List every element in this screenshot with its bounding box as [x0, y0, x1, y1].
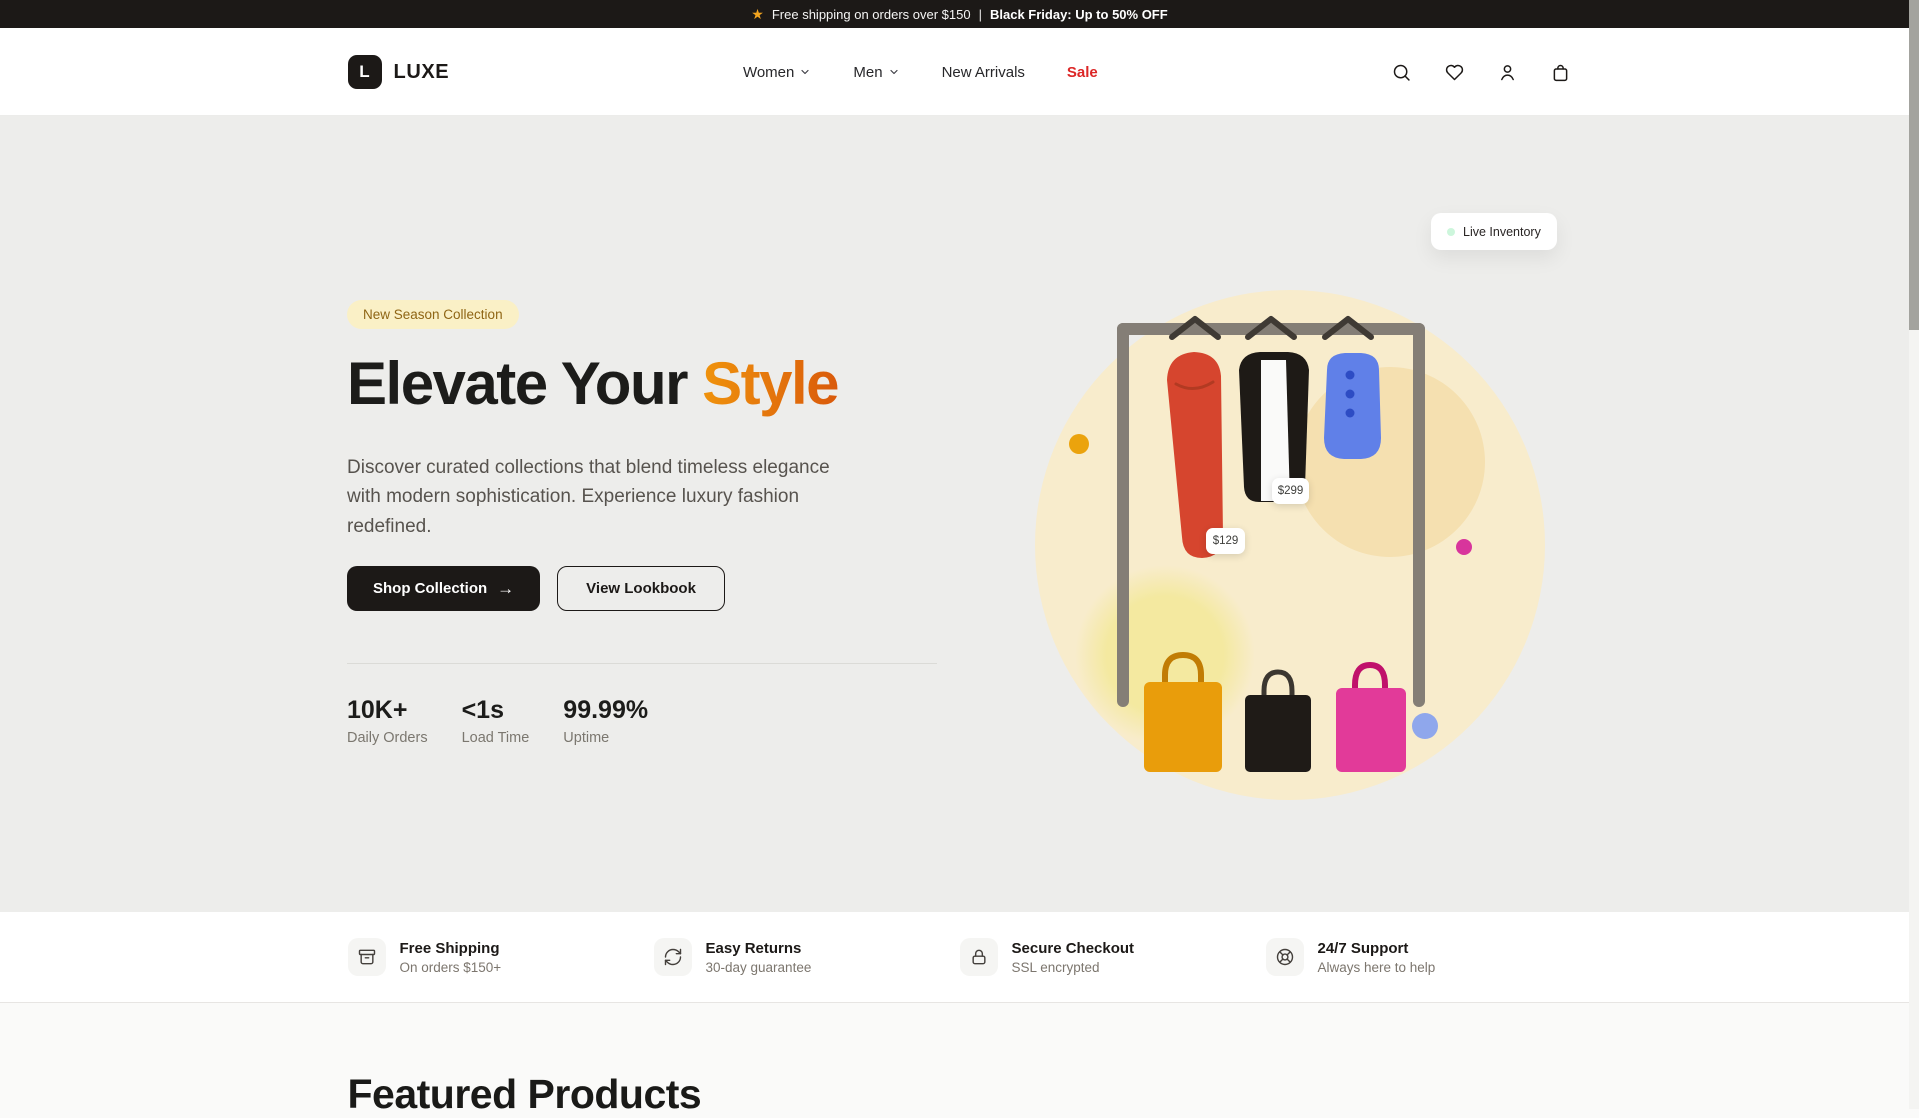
featured-products-title: Featured Products — [348, 1071, 1572, 1118]
price-tag: $129 — [1206, 528, 1245, 554]
account-user-icon[interactable] — [1497, 62, 1518, 83]
hero-section: $299 $129 Live Inventory New Season Coll… — [0, 116, 1919, 912]
announcement-text: Free shipping on orders over $150 — [772, 7, 971, 22]
hero-cta-row: Shop Collection → View Lookbook — [347, 566, 947, 611]
decor-dot-blue — [1412, 713, 1438, 739]
feature-easy-returns: Easy Returns 30-day guarantee — [654, 938, 960, 976]
arrow-right-icon: → — [497, 580, 514, 597]
support-lifebuoy-icon — [1266, 938, 1304, 976]
package-icon — [348, 938, 386, 976]
logo-mark: L — [348, 55, 382, 89]
hero-title-accent: Style — [702, 350, 838, 417]
black-bag-handle — [1264, 672, 1292, 699]
pink-bag-handle — [1355, 665, 1385, 692]
hanger-icon — [1248, 319, 1294, 337]
hero-illustration: $299 $129 Live Inventory — [0, 116, 1919, 912]
returns-refresh-icon — [654, 938, 692, 976]
orange-bag-handle — [1165, 655, 1201, 686]
featured-products-section: Featured Products — [348, 1003, 1572, 1118]
garments-and-bags-graphic — [0, 116, 1919, 912]
search-icon[interactable] — [1391, 62, 1412, 83]
decor-dot-orange — [1069, 434, 1089, 454]
hanger-icon — [1325, 319, 1371, 337]
live-inventory-label: Live Inventory — [1463, 225, 1541, 239]
scrollbar-thumb[interactable] — [1909, 0, 1919, 330]
features-strip: Free Shipping On orders $150+ Easy Retur… — [0, 912, 1919, 1003]
shirt-button — [1346, 371, 1355, 380]
cart-bag-icon[interactable] — [1550, 62, 1571, 83]
orange-bag — [1144, 682, 1222, 772]
decor-dot-pink — [1456, 539, 1472, 555]
blue-shirt — [1324, 353, 1381, 459]
announcement-bar: ★ Free shipping on orders over $150 | Bl… — [0, 0, 1919, 28]
brand-name: LUXE — [394, 61, 450, 84]
nav-item-women[interactable]: Women — [743, 64, 811, 81]
chevron-down-icon — [799, 66, 811, 78]
pink-bag — [1336, 688, 1406, 772]
announcement-separator: | — [979, 7, 982, 22]
black-bag — [1245, 695, 1311, 772]
lock-icon — [960, 938, 998, 976]
stat-uptime: 99.99% Uptime — [563, 696, 648, 746]
hero-stats: 10K+ Daily Orders <1s Load Time 99.99% U… — [347, 696, 947, 746]
shirt-button — [1346, 390, 1355, 399]
live-inventory-badge: Live Inventory — [1431, 213, 1557, 250]
stats-divider — [347, 663, 937, 664]
main-nav: Women Men New Arrivals Sale — [743, 64, 1098, 81]
nav-item-men[interactable]: Men — [853, 64, 899, 81]
hero-description: Discover curated collections that blend … — [347, 453, 852, 541]
live-pulse-dot — [1447, 228, 1455, 236]
header-actions — [1391, 62, 1571, 83]
stat-load-time: <1s Load Time — [462, 696, 530, 746]
chevron-down-icon — [888, 66, 900, 78]
shirt-button — [1346, 409, 1355, 418]
view-lookbook-button[interactable]: View Lookbook — [557, 566, 725, 611]
feature-free-shipping: Free Shipping On orders $150+ — [348, 938, 654, 976]
hero-title: Elevate Your Style — [347, 352, 947, 415]
site-header: L LUXE Women Men New Arrivals Sale — [0, 28, 1919, 116]
hanger-icon — [1172, 319, 1218, 337]
wishlist-heart-icon[interactable] — [1444, 62, 1465, 83]
announcement-highlight: Black Friday: Up to 50% OFF — [990, 7, 1168, 22]
hero-copy: New Season Collection Elevate Your Style… — [347, 116, 947, 746]
new-season-badge: New Season Collection — [347, 300, 519, 329]
star-icon: ★ — [751, 7, 764, 21]
price-tag: $299 — [1272, 478, 1309, 504]
brand-logo[interactable]: L LUXE — [348, 55, 450, 89]
page-scrollbar[interactable] — [1909, 0, 1919, 1109]
nav-item-new-arrivals[interactable]: New Arrivals — [942, 64, 1025, 81]
feature-secure-checkout: Secure Checkout SSL encrypted — [960, 938, 1266, 976]
feature-support: 24/7 Support Always here to help — [1266, 938, 1572, 976]
shop-collection-button[interactable]: Shop Collection → — [347, 566, 540, 611]
hero-title-main: Elevate Your — [347, 350, 687, 417]
stat-daily-orders: 10K+ Daily Orders — [347, 696, 428, 746]
nav-item-sale[interactable]: Sale — [1067, 64, 1098, 81]
